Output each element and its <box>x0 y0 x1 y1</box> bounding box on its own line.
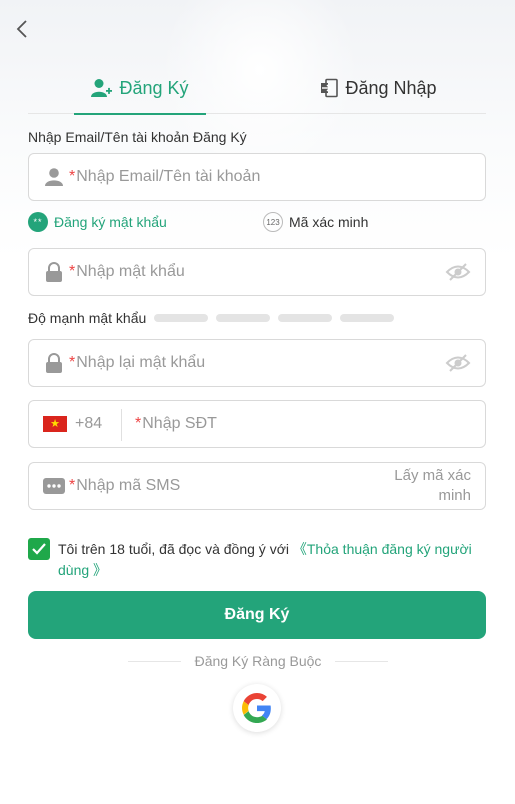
chevron-left-icon <box>16 20 27 38</box>
password-strength-label: Độ mạnh mật khẩu <box>28 310 147 326</box>
country-code[interactable]: +84 <box>75 415 102 433</box>
google-login-button[interactable] <box>233 684 281 732</box>
account-placeholder: *Nhập Email/Tên tài khoản <box>69 168 260 186</box>
password-mode-icon: ** <box>28 212 48 232</box>
tab-register-label: Đăng Ký <box>119 77 189 98</box>
confirm-password-input[interactable]: *Nhập lại mật khẩu <box>28 339 486 387</box>
divider-line <box>128 660 181 662</box>
vietnam-flag-icon[interactable]: ★ <box>43 416 67 432</box>
mode-verification-code[interactable]: 123 Mã xác minh <box>263 212 368 232</box>
strength-segment <box>154 314 209 322</box>
register-page: Đăng Ký Đăng Nhập Nhập Email/Tên tài kho… <box>0 0 515 804</box>
divider-line <box>335 660 389 662</box>
auth-tabs: Đăng Ký Đăng Nhập <box>28 62 486 115</box>
tab-register[interactable]: Đăng Ký <box>74 62 206 115</box>
agreement-checkbox[interactable] <box>28 538 50 560</box>
phone-placeholder: *Nhập SĐT <box>135 415 217 433</box>
agreement: Tôi trên 18 tuổi, đã đọc và đồng ý với 《… <box>28 538 486 582</box>
message-dots-icon <box>43 475 65 497</box>
back-button[interactable] <box>12 18 34 40</box>
agreement-statement: Tôi trên 18 tuổi, đã đọc và đồng ý với <box>58 541 293 557</box>
account-input[interactable]: *Nhập Email/Tên tài khoản <box>28 153 486 201</box>
password-placeholder: *Nhập mật khẩu <box>69 263 185 281</box>
code-mode-icon: 123 <box>263 212 283 232</box>
google-icon <box>242 693 271 723</box>
register-mode-switch: ** Đăng ký mật khẩu 123 Mã xác minh <box>28 212 486 236</box>
user-icon <box>43 166 65 188</box>
sms-placeholder-text: Nhập mã SMS <box>76 477 181 494</box>
phone-placeholder-text: Nhập SĐT <box>142 415 217 432</box>
required-mark: * <box>69 263 76 280</box>
confirm-password-placeholder-text: Nhập lại mật khẩu <box>76 354 206 371</box>
strength-segment <box>278 314 333 322</box>
mode-password-label: Đăng ký mật khẩu <box>54 214 167 230</box>
tab-login[interactable]: Đăng Nhập <box>313 62 443 114</box>
password-input[interactable]: *Nhập mật khẩu <box>28 248 486 296</box>
phone-divider <box>121 409 122 441</box>
account-label: Nhập Email/Tên tài khoản Đăng Ký <box>28 129 247 145</box>
lock-icon <box>43 261 65 283</box>
required-mark: * <box>69 354 76 371</box>
agreement-text: Tôi trên 18 tuổi, đã đọc và đồng ý với 《… <box>58 539 488 581</box>
register-button[interactable]: Đăng Ký <box>28 591 486 639</box>
sms-code-input[interactable]: *Nhập mã SMS Lấy mã xác minh <box>28 462 486 510</box>
login-door-icon <box>321 78 339 98</box>
password-placeholder-text: Nhập mật khẩu <box>76 263 185 280</box>
add-user-icon <box>91 79 113 97</box>
get-code-button[interactable]: Lấy mã xác minh <box>375 466 471 506</box>
sms-placeholder: *Nhập mã SMS <box>69 477 180 495</box>
eye-slash-icon[interactable] <box>445 353 471 373</box>
password-strength-meter: Độ mạnh mật khẩu <box>28 308 486 328</box>
required-mark: * <box>135 415 142 432</box>
required-mark: * <box>69 477 76 494</box>
mode-password[interactable]: ** Đăng ký mật khẩu <box>28 212 167 232</box>
strength-segment <box>340 314 395 322</box>
check-icon <box>32 543 46 555</box>
bind-divider: Đăng Ký Ràng Buộc <box>128 652 389 670</box>
confirm-password-placeholder: *Nhập lại mật khẩu <box>69 354 205 372</box>
bind-label: Đăng Ký Ràng Buộc <box>194 653 322 669</box>
lock-icon <box>43 352 65 374</box>
tab-login-label: Đăng Nhập <box>345 77 437 98</box>
eye-slash-icon[interactable] <box>445 262 471 282</box>
phone-input[interactable]: ★ +84 *Nhập SĐT <box>28 400 486 448</box>
mode-code-label: Mã xác minh <box>289 214 369 230</box>
account-placeholder-text: Nhập Email/Tên tài khoản <box>76 168 261 185</box>
required-mark: * <box>69 168 76 185</box>
strength-segment <box>216 314 271 322</box>
